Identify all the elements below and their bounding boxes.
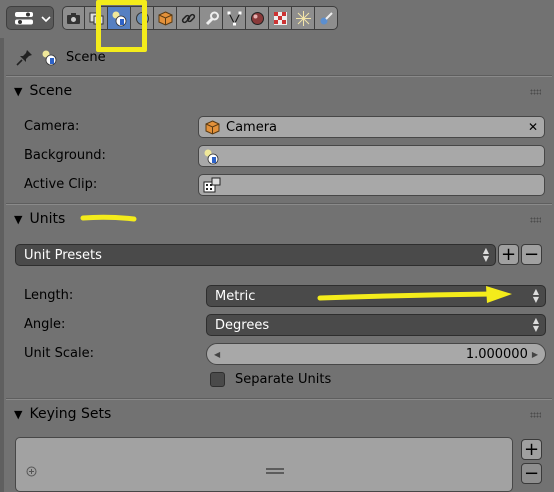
add-keying-set-button[interactable]: + bbox=[521, 439, 542, 460]
add-preset-button[interactable]: + bbox=[498, 244, 519, 265]
camera-field[interactable]: Camera ✕ bbox=[198, 116, 545, 138]
tab-physics[interactable] bbox=[315, 6, 338, 30]
texture-checker-icon bbox=[273, 11, 287, 25]
unit-presets-menu[interactable]: Unit Presets ▲ ▼ bbox=[15, 244, 496, 266]
editor-type-icon bbox=[15, 12, 33, 25]
unit-scale-label: Unit Scale: bbox=[24, 346, 94, 361]
tab-render[interactable] bbox=[62, 6, 85, 30]
units-panel-header[interactable]: ▼ Units bbox=[14, 206, 65, 232]
background-field[interactable] bbox=[198, 145, 545, 167]
context-label: Scene bbox=[66, 49, 106, 65]
plus-icon: + bbox=[500, 243, 517, 265]
context-breadcrumb: Scene bbox=[16, 44, 106, 70]
material-sphere-icon bbox=[250, 11, 264, 25]
tab-object[interactable] bbox=[154, 6, 177, 30]
keying-sets-list[interactable] bbox=[15, 437, 513, 492]
unit-scale-slider[interactable]: ◀ 1.000000 ▶ bbox=[206, 343, 546, 365]
up-down-arrows-icon: ▲ ▼ bbox=[482, 246, 489, 263]
keying-sets-panel-header[interactable]: ▼ Keying Sets bbox=[14, 401, 111, 427]
remove-keying-set-button[interactable]: − bbox=[521, 463, 542, 484]
panel-drag-grip[interactable] bbox=[530, 217, 541, 223]
scene-icon bbox=[204, 149, 219, 164]
tab-particles[interactable] bbox=[292, 6, 315, 30]
length-value: Metric bbox=[215, 288, 256, 304]
vertices-icon bbox=[227, 11, 241, 25]
tab-texture[interactable] bbox=[269, 6, 292, 30]
up-down-arrows-icon: ▲ ▼ bbox=[532, 316, 539, 333]
annotation-yellow-stroke bbox=[80, 214, 137, 222]
minus-icon: − bbox=[523, 243, 540, 265]
collapse-triangle-icon: ▼ bbox=[14, 407, 23, 421]
tab-object-data[interactable] bbox=[223, 6, 246, 30]
minus-icon: − bbox=[523, 462, 540, 484]
clear-icon[interactable]: ✕ bbox=[528, 120, 538, 134]
camera-value: Camera bbox=[226, 119, 278, 135]
background-label: Background: bbox=[24, 148, 106, 163]
editor-type-button[interactable] bbox=[6, 6, 54, 30]
tab-material[interactable] bbox=[246, 6, 269, 30]
pin-icon[interactable] bbox=[16, 49, 33, 66]
scene-icon bbox=[42, 50, 57, 65]
active-clip-label: Active Clip: bbox=[24, 177, 98, 192]
unit-scale-value: 1.000000 bbox=[465, 346, 528, 362]
keying-sets-panel-title: Keying Sets bbox=[29, 406, 112, 422]
annotation-yellow-arrow bbox=[317, 286, 512, 303]
units-panel-title: Units bbox=[29, 211, 66, 227]
physics-icon bbox=[320, 11, 333, 24]
camera-render-icon bbox=[67, 12, 80, 24]
camera-object-icon bbox=[205, 119, 220, 135]
panel-drag-grip[interactable] bbox=[530, 89, 541, 95]
remove-preset-button[interactable]: − bbox=[521, 244, 542, 265]
tab-constraints[interactable] bbox=[177, 6, 200, 30]
collapse-triangle-icon: ▼ bbox=[14, 84, 23, 98]
object-cube-icon bbox=[158, 10, 172, 26]
angle-dropdown[interactable]: Degrees ▲ ▼ bbox=[206, 314, 546, 336]
active-clip-field[interactable] bbox=[198, 174, 545, 196]
chevron-down-icon bbox=[41, 16, 51, 23]
separate-units-checkbox[interactable] bbox=[210, 372, 225, 387]
panel-separator bbox=[6, 203, 552, 205]
unit-presets-label: Unit Presets bbox=[24, 247, 102, 263]
panel-drag-grip[interactable] bbox=[530, 412, 541, 418]
panel-separator bbox=[6, 75, 552, 77]
scene-panel-title: Scene bbox=[29, 83, 73, 99]
separate-units-label: Separate Units bbox=[235, 372, 332, 387]
increment-arrow-icon[interactable]: ▶ bbox=[532, 350, 538, 359]
wrench-icon bbox=[205, 11, 219, 25]
particles-icon bbox=[295, 10, 311, 26]
constraints-chain-icon bbox=[181, 13, 195, 23]
camera-label: Camera: bbox=[24, 119, 80, 134]
panel-separator bbox=[6, 398, 552, 400]
decrement-arrow-icon[interactable]: ◀ bbox=[214, 350, 220, 359]
angle-value: Degrees bbox=[215, 317, 270, 333]
properties-header bbox=[0, 0, 554, 52]
list-filter-icon[interactable] bbox=[26, 466, 37, 477]
collapse-triangle-icon: ▼ bbox=[14, 212, 23, 226]
plus-icon: + bbox=[523, 438, 540, 460]
length-label: Length: bbox=[24, 288, 74, 303]
angle-label: Angle: bbox=[24, 317, 66, 332]
list-resize-grip-icon[interactable] bbox=[266, 468, 284, 475]
scene-panel-header[interactable]: ▼ Scene bbox=[14, 78, 72, 104]
region-edge bbox=[0, 38, 4, 492]
movie-clip-icon bbox=[203, 177, 221, 192]
up-down-arrows-icon: ▲ ▼ bbox=[532, 287, 539, 304]
tab-modifiers[interactable] bbox=[200, 6, 223, 30]
